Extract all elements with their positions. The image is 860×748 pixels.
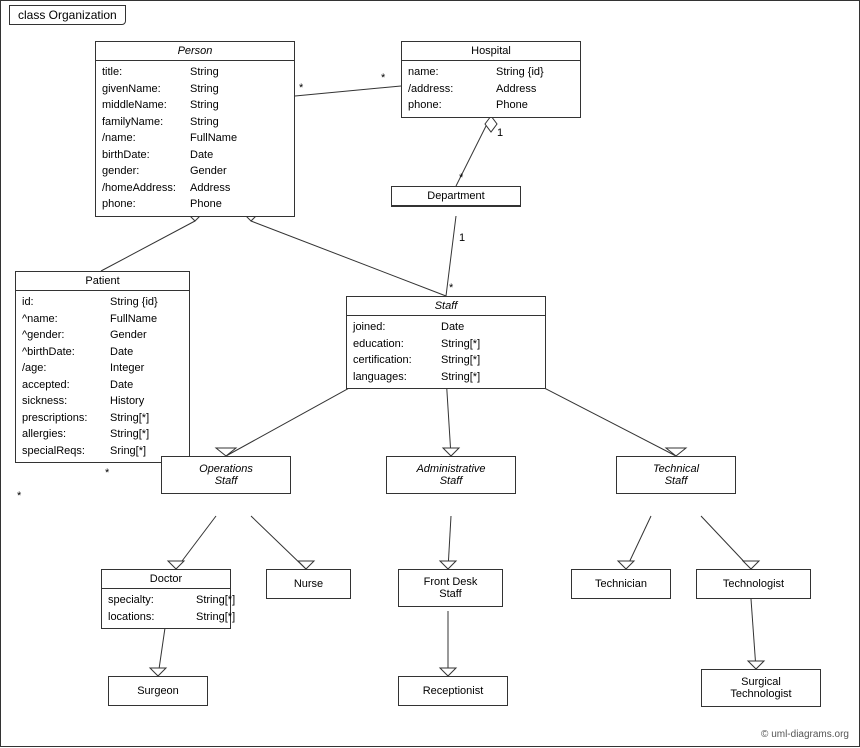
class-patient-title: Patient — [16, 272, 189, 291]
svg-text:1: 1 — [497, 127, 503, 139]
class-technical-staff: Technical Staff — [616, 456, 736, 494]
class-surgical-technologist: Surgical Technologist — [701, 669, 821, 707]
class-technical-staff-title: Technical Staff — [617, 457, 735, 493]
diagram-title: class Organization — [9, 5, 126, 25]
class-receptionist-title: Receptionist — [399, 677, 507, 705]
class-department-title: Department — [392, 187, 520, 206]
class-technologist-title: Technologist — [697, 570, 810, 598]
class-front-desk-title: Front Desk Staff — [399, 570, 502, 606]
class-person-body: title:String givenName:String middleName… — [96, 61, 294, 216]
class-doctor-title: Doctor — [102, 570, 230, 589]
svg-text:1: 1 — [459, 232, 465, 244]
class-hospital-title: Hospital — [402, 42, 580, 61]
class-person-title: Person — [96, 42, 294, 61]
class-front-desk: Front Desk Staff — [398, 569, 503, 607]
copyright: © uml-diagrams.org — [761, 729, 849, 740]
class-technologist: Technologist — [696, 569, 811, 599]
class-surgeon: Surgeon — [108, 676, 208, 706]
svg-text:*: * — [381, 72, 386, 84]
svg-text:*: * — [17, 490, 22, 502]
class-receptionist: Receptionist — [398, 676, 508, 706]
class-department: Department — [391, 186, 521, 207]
class-surgeon-title: Surgeon — [109, 677, 207, 705]
class-doctor: Doctor specialty:String[*] locations:Str… — [101, 569, 231, 629]
class-technician: Technician — [571, 569, 671, 599]
class-nurse: Nurse — [266, 569, 351, 599]
class-patient: Patient id:String {id} ^name:FullName ^g… — [15, 271, 190, 463]
class-admin-staff: Administrative Staff — [386, 456, 516, 494]
class-staff: Staff joined:Date education:String[*] ce… — [346, 296, 546, 389]
class-staff-body: joined:Date education:String[*] certific… — [347, 316, 545, 388]
diagram-container: class Organization * * 1 * 1 * * * — [0, 0, 860, 747]
class-person: Person title:String givenName:String mid… — [95, 41, 295, 217]
class-technician-title: Technician — [572, 570, 670, 598]
class-staff-title: Staff — [347, 297, 545, 316]
svg-text:*: * — [449, 282, 454, 294]
class-patient-body: id:String {id} ^name:FullName ^gender:Ge… — [16, 291, 189, 462]
class-nurse-title: Nurse — [267, 570, 350, 598]
svg-text:*: * — [459, 172, 464, 184]
class-surgical-technologist-title: Surgical Technologist — [702, 670, 820, 706]
svg-text:*: * — [105, 467, 110, 479]
class-hospital-body: name:String {id} /address:Address phone:… — [402, 61, 580, 117]
class-admin-staff-title: Administrative Staff — [387, 457, 515, 493]
class-hospital: Hospital name:String {id} /address:Addre… — [401, 41, 581, 118]
class-operations-staff: Operations Staff — [161, 456, 291, 494]
class-operations-staff-title: Operations Staff — [162, 457, 290, 493]
class-doctor-body: specialty:String[*] locations:String[*] — [102, 589, 230, 628]
svg-text:*: * — [299, 82, 304, 94]
